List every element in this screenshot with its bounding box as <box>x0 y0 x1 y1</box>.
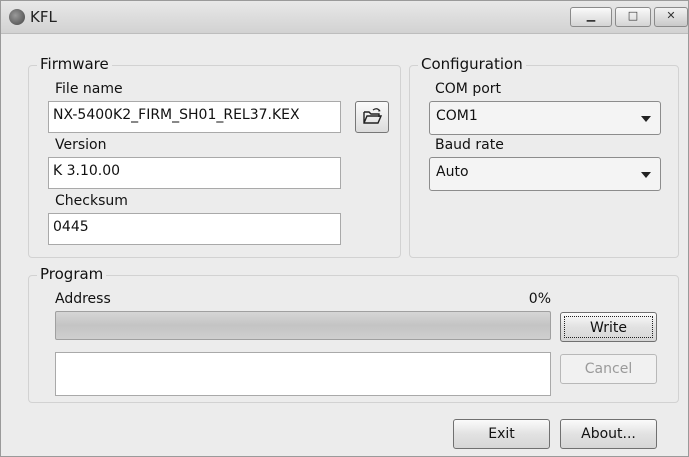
maximize-icon: □ <box>627 9 639 22</box>
close-button[interactable]: ✕ <box>654 7 688 27</box>
progress-bar <box>55 311 551 340</box>
write-button[interactable]: Write <box>560 312 657 342</box>
file-name-label: File name <box>55 81 123 97</box>
open-folder-icon <box>363 108 383 124</box>
minimize-button[interactable]: ▁ <box>570 7 612 27</box>
baud-rate-label: Baud rate <box>435 137 504 153</box>
title-bar[interactable]: KFL ▁ □ ✕ <box>1 1 688 34</box>
cancel-button[interactable]: Cancel <box>560 354 657 384</box>
maximize-button[interactable]: □ <box>615 7 651 27</box>
firmware-group-label: Firmware <box>37 55 112 73</box>
program-group-label: Program <box>37 265 107 283</box>
file-name-field[interactable]: NX-5400K2_FIRM_SH01_REL37.KEX <box>48 101 341 133</box>
close-icon: ✕ <box>666 9 676 22</box>
progress-percent: 0% <box>528 291 551 307</box>
dropdown-arrow-icon <box>641 172 651 178</box>
version-field[interactable]: K 3.10.00 <box>48 157 341 189</box>
write-button-label: Write <box>564 316 653 338</box>
window-title: KFL <box>30 8 57 26</box>
checksum-field[interactable]: 0445 <box>48 213 341 245</box>
baud-rate-select[interactable]: Auto <box>429 157 661 191</box>
dropdown-arrow-icon <box>641 116 651 122</box>
configuration-group-label: Configuration <box>418 55 526 73</box>
browse-file-button[interactable] <box>355 101 389 133</box>
kfl-window: KFL ▁ □ ✕ Firmware File name NX-5400K2_F… <box>0 0 689 457</box>
baud-rate-value: Auto <box>436 164 469 180</box>
checksum-label: Checksum <box>55 193 128 209</box>
version-label: Version <box>55 137 107 153</box>
exit-button[interactable]: Exit <box>453 419 550 449</box>
com-port-value: COM1 <box>436 108 478 124</box>
minimize-icon: ▁ <box>586 9 596 22</box>
app-icon <box>9 9 25 25</box>
status-log <box>55 352 551 396</box>
address-label: Address <box>55 291 111 307</box>
com-port-label: COM port <box>435 81 502 97</box>
about-button[interactable]: About... <box>560 419 657 449</box>
com-port-select[interactable]: COM1 <box>429 101 661 135</box>
